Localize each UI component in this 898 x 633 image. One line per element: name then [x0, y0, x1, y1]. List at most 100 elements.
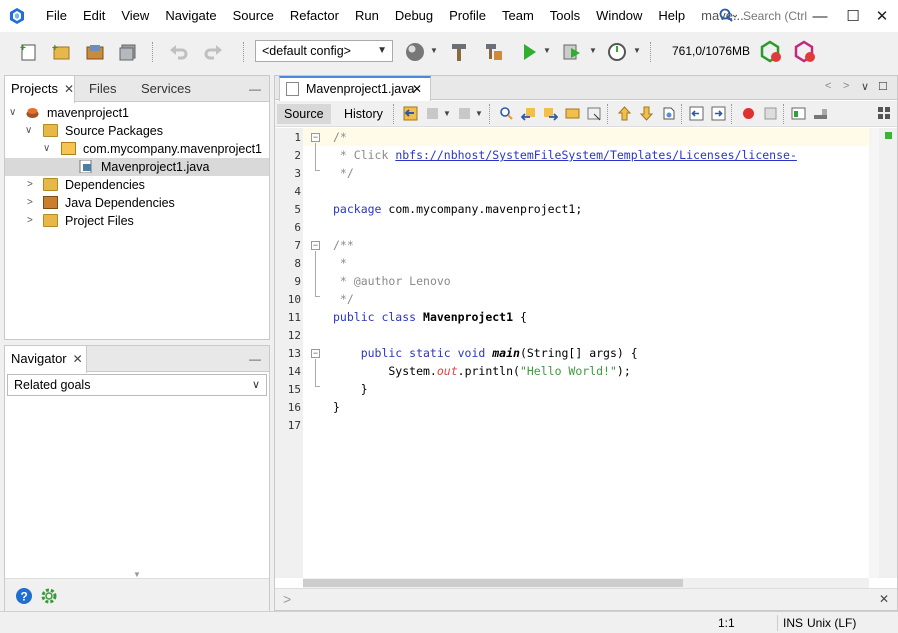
- tab-navigator[interactable]: Navigator ✕: [5, 346, 87, 373]
- dropdown-arrow-icon[interactable]: ▼: [543, 46, 551, 55]
- tree-item-dependencies[interactable]: > Dependencies: [5, 176, 269, 194]
- memory-indicator[interactable]: 761,0/1076MB: [672, 44, 750, 58]
- menu-navigate[interactable]: Navigate: [157, 0, 224, 32]
- close-icon[interactable]: ✕: [73, 352, 83, 366]
- undo-button[interactable]: [166, 39, 192, 65]
- tab-mavenproject1-java[interactable]: Mavenproject1.java ✕: [279, 76, 431, 101]
- tab-services[interactable]: Services: [135, 76, 197, 102]
- chevron-down-icon[interactable]: ∨: [9, 104, 16, 122]
- chevron-right-icon[interactable]: >: [27, 194, 33, 212]
- run-button[interactable]: [516, 39, 542, 65]
- back-icon[interactable]: [425, 106, 440, 121]
- close-window-button[interactable]: ✕: [866, 0, 898, 32]
- tree-item-package[interactable]: ∨ com.mycompany.mavenproject1: [5, 140, 269, 158]
- uncomment-icon[interactable]: [813, 106, 828, 121]
- menu-help[interactable]: Help: [650, 0, 693, 32]
- stop-macro-icon[interactable]: [763, 106, 778, 121]
- chevron-down-icon[interactable]: ∨: [43, 140, 50, 158]
- find-icon[interactable]: [499, 106, 514, 121]
- history-button[interactable]: History: [337, 104, 390, 124]
- menu-source[interactable]: Source: [225, 0, 282, 32]
- close-icon[interactable]: ✕: [64, 82, 74, 96]
- source-button[interactable]: Source: [277, 104, 331, 124]
- tree-item-source-packages[interactable]: ∨ Source Packages: [5, 122, 269, 140]
- minimize-button[interactable]: —: [804, 0, 836, 32]
- config-select[interactable]: <default config> ▼: [255, 40, 393, 62]
- expand-output-icon[interactable]: >: [283, 591, 291, 607]
- new-file-button[interactable]: +: [16, 39, 42, 65]
- chevron-right-icon[interactable]: >: [27, 176, 33, 194]
- redo-button[interactable]: [200, 39, 226, 65]
- last-edit-icon[interactable]: [403, 106, 418, 121]
- fold-collapse-icon[interactable]: −: [311, 133, 320, 142]
- close-icon[interactable]: ✕: [879, 592, 889, 606]
- tree-item-java-dependencies[interactable]: > Java Dependencies: [5, 194, 269, 212]
- scroll-left-icon[interactable]: <: [825, 80, 831, 92]
- chevron-down-icon[interactable]: ∨: [861, 80, 869, 93]
- minimize-pane-icon[interactable]: —: [249, 82, 261, 96]
- maximize-button[interactable]: ☐: [837, 0, 869, 32]
- open-project-button[interactable]: [82, 39, 108, 65]
- menu-window[interactable]: Window: [588, 0, 650, 32]
- dropdown-arrow-icon[interactable]: ▼: [443, 109, 451, 118]
- menu-file[interactable]: File: [38, 0, 75, 32]
- clean-build-button[interactable]: [480, 39, 506, 65]
- save-all-button[interactable]: [115, 39, 141, 65]
- line-ending[interactable]: Unix (LF): [807, 616, 856, 630]
- scrollbar-thumb[interactable]: [303, 579, 683, 587]
- forward-icon[interactable]: [457, 106, 472, 121]
- caret-position[interactable]: 1:1: [718, 616, 735, 630]
- navigator-view-select[interactable]: Related goals ∨: [7, 374, 267, 396]
- vertical-scrollbar[interactable]: [869, 128, 879, 578]
- find-previous-icon[interactable]: [521, 106, 536, 121]
- menu-debug[interactable]: Debug: [387, 0, 441, 32]
- chevron-down-icon[interactable]: ∨: [25, 122, 32, 140]
- horizontal-scrollbar[interactable]: [303, 578, 869, 588]
- next-bookmark-icon[interactable]: [639, 106, 654, 121]
- find-next-icon[interactable]: [543, 106, 558, 121]
- scroll-right-icon[interactable]: >: [843, 80, 849, 92]
- shift-left-icon[interactable]: [689, 106, 704, 121]
- menu-team[interactable]: Team: [494, 0, 542, 32]
- menu-tools[interactable]: Tools: [542, 0, 588, 32]
- debug-button[interactable]: [559, 39, 585, 65]
- comment-icon[interactable]: [791, 106, 806, 121]
- maximize-icon[interactable]: ☐: [878, 80, 888, 93]
- fold-collapse-icon[interactable]: −: [311, 349, 320, 358]
- chevron-right-icon[interactable]: >: [27, 212, 33, 230]
- gear-icon[interactable]: [40, 587, 58, 605]
- toggle-bookmark-icon[interactable]: [661, 106, 676, 121]
- new-project-button[interactable]: +: [48, 39, 74, 65]
- tree-item-java-file[interactable]: Mavenproject1.java: [5, 158, 269, 176]
- close-icon[interactable]: ✕: [412, 78, 422, 100]
- record-macro-icon[interactable]: [741, 106, 756, 121]
- split-view-icon[interactable]: [877, 106, 892, 121]
- minimize-pane-icon[interactable]: —: [249, 352, 261, 366]
- menu-view[interactable]: View: [113, 0, 157, 32]
- license-link[interactable]: nbfs://nbhost/SystemFileSystem/Templates…: [395, 148, 797, 162]
- platform-button[interactable]: [402, 39, 428, 65]
- dropdown-arrow-icon[interactable]: ▼: [430, 46, 438, 55]
- shift-right-icon[interactable]: [711, 106, 726, 121]
- gc-button[interactable]: [758, 39, 784, 65]
- tree-item-project-files[interactable]: > Project Files: [5, 212, 269, 230]
- insert-mode[interactable]: INS: [783, 616, 803, 630]
- menu-refactor[interactable]: Refactor: [282, 0, 347, 32]
- build-button[interactable]: [446, 39, 472, 65]
- dropdown-arrow-icon[interactable]: ▼: [633, 46, 641, 55]
- tab-projects[interactable]: Projects ✕: [5, 76, 75, 103]
- fold-collapse-icon[interactable]: −: [311, 241, 320, 250]
- tab-files[interactable]: Files: [83, 76, 122, 102]
- tree-item-mavenproject1[interactable]: ∨ mavenproject1: [5, 104, 269, 122]
- dropdown-arrow-icon[interactable]: ▼: [475, 109, 483, 118]
- dropdown-arrow-icon[interactable]: ▼: [589, 46, 597, 55]
- toggle-highlight-icon[interactable]: [587, 106, 602, 121]
- help-icon[interactable]: ?: [15, 587, 33, 605]
- quick-search[interactable]: Search (Ctrl: [719, 5, 809, 27]
- menu-edit[interactable]: Edit: [75, 0, 113, 32]
- analyze-button[interactable]: [792, 39, 818, 65]
- previous-bookmark-icon[interactable]: [617, 106, 632, 121]
- profile-button[interactable]: [604, 39, 630, 65]
- search-input[interactable]: Search (Ctrl: [743, 9, 807, 23]
- find-selection-icon[interactable]: [565, 106, 580, 121]
